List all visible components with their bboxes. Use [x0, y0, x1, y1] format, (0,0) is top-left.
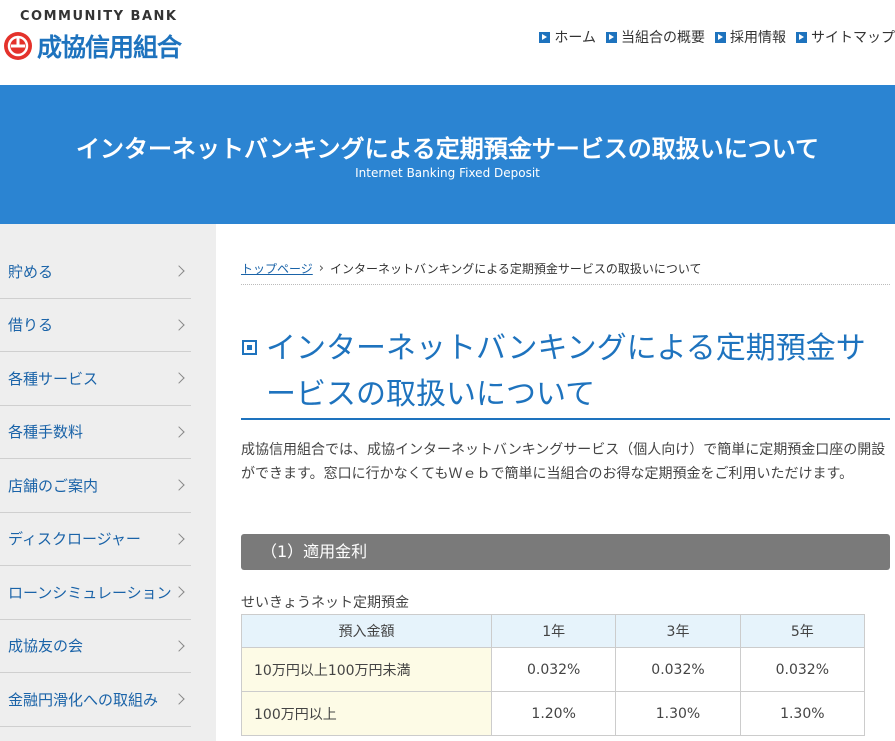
- nav-sitemap-link[interactable]: サイトマップ: [796, 27, 895, 47]
- sidebar-item-label: 各種サービス: [8, 369, 99, 388]
- nav-home-label: ホーム: [554, 30, 596, 46]
- heading-square-icon: [242, 340, 257, 355]
- sidebar-item-label: ディスクロージャー: [8, 530, 141, 549]
- sidebar-item-save[interactable]: 貯める: [0, 245, 191, 299]
- chevron-right-icon: [173, 319, 185, 331]
- sidebar-item-borrow[interactable]: 借りる: [0, 299, 191, 352]
- nav-arrow-icon: [715, 31, 726, 43]
- chevron-right-icon: [173, 640, 185, 652]
- logo-mark-icon: [4, 32, 32, 60]
- chevron-right-icon: [173, 372, 185, 384]
- table-header-cell: 1年: [490, 614, 617, 648]
- sidebar-item-smooth-finance[interactable]: 金融円滑化への取組み: [0, 673, 191, 727]
- banner-title: インターネットバンキングによる定期預金サービスの取扱いについて: [75, 135, 820, 163]
- table-header-cell: 3年: [615, 614, 741, 648]
- table-cell: 0.032%: [739, 647, 866, 692]
- breadcrumb-separator-icon: ›: [318, 261, 324, 276]
- table-cell: 1.20%: [490, 691, 617, 736]
- chevron-right-icon: [173, 479, 185, 491]
- heading-underline: [241, 418, 890, 420]
- section-heading: （1）適用金利: [241, 534, 890, 570]
- chevron-right-icon: [173, 533, 185, 545]
- nav-arrow-icon: [539, 31, 551, 43]
- page-banner: インターネットバンキングによる定期預金サービスの取扱いについて Internet…: [0, 85, 895, 224]
- breadcrumb-home-link[interactable]: トップページ: [241, 260, 313, 277]
- sidebar-item-disclosure[interactable]: ディスクロージャー: [0, 513, 191, 566]
- breadcrumb: トップページ › インターネットバンキングによる定期預金サービスの取扱いについて: [241, 260, 702, 277]
- nav-home-link[interactable]: ホーム: [539, 27, 596, 47]
- sidebar-item-label: 店舗のご案内: [8, 476, 99, 495]
- table-row: 100万円以上 1.20% 1.30% 1.30%: [241, 691, 866, 736]
- chevron-right-icon: [173, 693, 185, 705]
- table-cell: 10万円以上100万円未満: [241, 647, 492, 692]
- nav-recruit-label: 採用情報: [730, 30, 786, 46]
- sidebar-item-label: 金融円滑化への取組み: [8, 690, 159, 709]
- logo-name: 成協信用組合: [37, 33, 182, 62]
- intro-paragraph: 成協信用組合では、成協インターネットバンキングサービス（個人向け）で簡単に定期預…: [241, 442, 886, 482]
- sidebar-item-label: 貯める: [8, 262, 54, 281]
- chevron-right-icon: [173, 586, 185, 598]
- sidebar-item-label: 借りる: [8, 316, 54, 335]
- banner-subtitle: Internet Banking Fixed Deposit: [355, 166, 540, 180]
- table-header-row: 預入金額 1年 3年 5年: [241, 614, 866, 648]
- nav-sitemap-label: サイトマップ: [811, 30, 895, 46]
- sidebar-menu: 貯める 借りる 各種サービス 各種手数料 店舗のご案内 ディスクロージャー ロー…: [0, 245, 191, 727]
- page-title: インターネットバンキングによる定期預金サービスの取扱いについて: [266, 331, 866, 412]
- sidebar-item-services[interactable]: 各種サービス: [0, 352, 191, 406]
- chevron-right-icon: [173, 265, 185, 277]
- nav-about-label: 当組合の概要: [621, 30, 705, 46]
- breadcrumb-divider: [241, 284, 890, 285]
- breadcrumb-current: インターネットバンキングによる定期預金サービスの取扱いについて: [329, 262, 702, 276]
- sidebar-item-label: 各種手数料: [8, 423, 84, 442]
- table-header-cell: 預入金額: [241, 614, 492, 648]
- table-cell: 1.30%: [739, 691, 866, 736]
- table-header-cell: 5年: [739, 614, 866, 648]
- sidebar-item-label: 成協友の会: [8, 637, 84, 656]
- logo-tagline: COMMUNITY BANK: [20, 9, 178, 24]
- main-content: トップページ › インターネットバンキングによる定期預金サービスの取扱いについて…: [241, 224, 895, 741]
- site-logo[interactable]: COMMUNITY BANK 成協信用組合: [3, 9, 213, 62]
- nav-recruit-link[interactable]: 採用情報: [715, 27, 786, 47]
- interest-rate-table: 預入金額 1年 3年 5年 10万円以上100万円未満 0.032% 0.032…: [241, 614, 866, 736]
- table-caption: せいきょうネット定期預金: [241, 595, 409, 611]
- table-cell: 0.032%: [615, 647, 741, 692]
- top-navigation: ホーム 当組合の概要 採用情報 サイトマップ: [539, 27, 895, 47]
- sidebar-item-fees[interactable]: 各種手数料: [0, 406, 191, 459]
- nav-about-link[interactable]: 当組合の概要: [606, 27, 705, 47]
- sidebar-item-loan-simulation[interactable]: ローンシミュレーション: [0, 566, 191, 620]
- table-cell: 100万円以上: [241, 691, 492, 736]
- chevron-right-icon: [173, 426, 185, 438]
- sidebar-item-tomo-club[interactable]: 成協友の会: [0, 620, 191, 673]
- sidebar-item-label: ローンシミュレーション: [8, 583, 172, 602]
- nav-arrow-icon: [796, 31, 807, 43]
- table-row: 10万円以上100万円未満 0.032% 0.032% 0.032%: [241, 647, 866, 692]
- sidebar-item-branches[interactable]: 店舗のご案内: [0, 459, 191, 513]
- table-cell: 0.032%: [490, 647, 617, 692]
- sidebar: 貯める 借りる 各種サービス 各種手数料 店舗のご案内 ディスクロージャー ロー…: [0, 224, 216, 741]
- nav-arrow-icon: [606, 31, 617, 43]
- site-header: COMMUNITY BANK 成協信用組合 ホーム 当組合の概要 採用情報 サイ…: [0, 0, 895, 85]
- table-cell: 1.30%: [615, 691, 741, 736]
